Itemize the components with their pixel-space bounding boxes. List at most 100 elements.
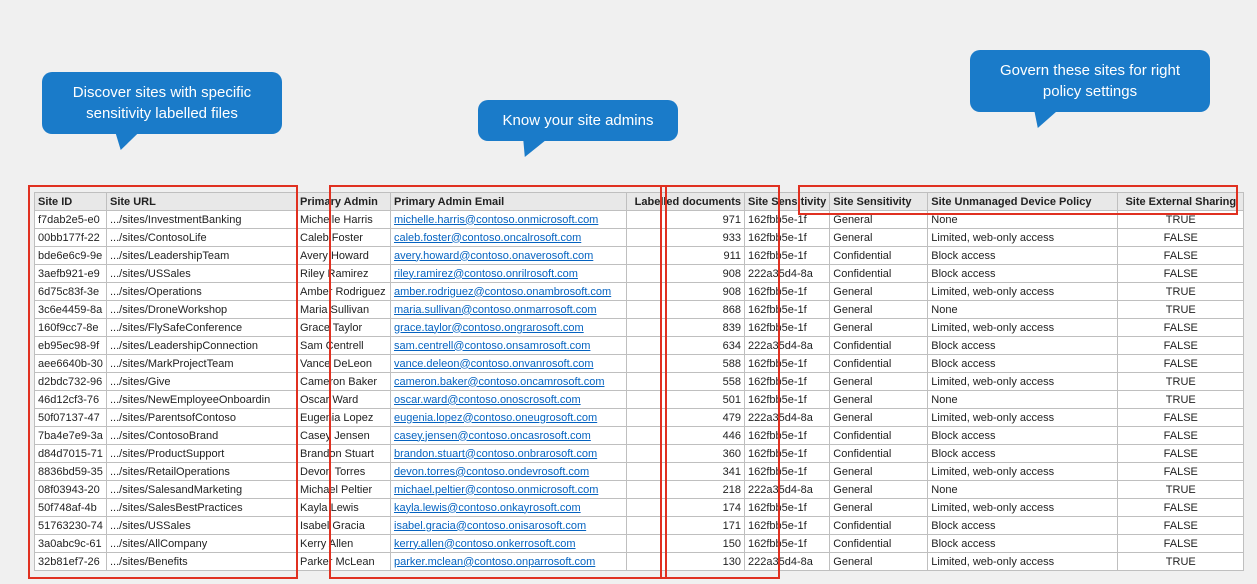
cell-site-url[interactable]: .../sites/USSales (107, 517, 297, 535)
header-primary-admin-email[interactable]: Primary Admin Email (391, 193, 627, 211)
cell-site-id[interactable]: d2bdc732-96 (35, 373, 107, 391)
cell-sensitivity[interactable]: General (830, 283, 928, 301)
cell-sensitivity-id[interactable]: 162fbb5e-1f (745, 445, 830, 463)
cell-external-sharing[interactable]: FALSE (1118, 463, 1244, 481)
cell-site-url[interactable]: .../sites/Give (107, 373, 297, 391)
email-link[interactable]: devon.torres@contoso.ondevrosoft.com (394, 466, 589, 478)
email-link[interactable]: eugenia.lopez@contoso.oneugrosoft.com (394, 412, 597, 424)
cell-labelled-documents[interactable]: 130 (627, 553, 745, 571)
cell-sensitivity-id[interactable]: 162fbb5e-1f (745, 319, 830, 337)
cell-primary-admin[interactable]: Maria Sullivan (297, 301, 391, 319)
table-row[interactable]: 46d12cf3-76.../sites/NewEmployeeOnboardi… (35, 391, 1244, 409)
cell-labelled-documents[interactable]: 479 (627, 409, 745, 427)
cell-primary-admin-email[interactable]: riley.ramirez@contoso.onrilrosoft.com (391, 265, 627, 283)
cell-site-url[interactable]: .../sites/ContosoBrand (107, 427, 297, 445)
cell-external-sharing[interactable]: TRUE (1118, 283, 1244, 301)
cell-primary-admin-email[interactable]: avery.howard@contoso.onaverosoft.com (391, 247, 627, 265)
cell-sensitivity-id[interactable]: 222a35d4-8a (745, 409, 830, 427)
cell-device-policy[interactable]: None (928, 211, 1118, 229)
cell-primary-admin[interactable]: Amber Rodriguez (297, 283, 391, 301)
cell-external-sharing[interactable]: FALSE (1118, 427, 1244, 445)
cell-labelled-documents[interactable]: 933 (627, 229, 745, 247)
cell-site-id[interactable]: 160f9cc7-8e (35, 319, 107, 337)
cell-primary-admin-email[interactable]: vance.deleon@contoso.onvanrosoft.com (391, 355, 627, 373)
cell-site-url[interactable]: .../sites/SalesBestPractices (107, 499, 297, 517)
table-row[interactable]: 3c6e4459-8a.../sites/DroneWorkshopMaria … (35, 301, 1244, 319)
cell-labelled-documents[interactable]: 150 (627, 535, 745, 553)
cell-labelled-documents[interactable]: 446 (627, 427, 745, 445)
table-row[interactable]: d84d7015-71.../sites/ProductSupportBrand… (35, 445, 1244, 463)
cell-external-sharing[interactable]: FALSE (1118, 337, 1244, 355)
cell-primary-admin[interactable]: Devon Torres (297, 463, 391, 481)
cell-site-id[interactable]: 6d75c83f-3e (35, 283, 107, 301)
cell-primary-admin-email[interactable]: devon.torres@contoso.ondevrosoft.com (391, 463, 627, 481)
email-link[interactable]: michael.peltier@contoso.onmicrosoft.com (394, 484, 598, 496)
cell-device-policy[interactable]: Block access (928, 445, 1118, 463)
cell-site-url[interactable]: .../sites/USSales (107, 265, 297, 283)
table-row[interactable]: eb95ec98-9f.../sites/LeadershipConnectio… (35, 337, 1244, 355)
cell-sensitivity-id[interactable]: 162fbb5e-1f (745, 247, 830, 265)
email-link[interactable]: kerry.allen@contoso.onkerrosoft.com (394, 538, 576, 550)
cell-external-sharing[interactable]: FALSE (1118, 535, 1244, 553)
cell-site-url[interactable]: .../sites/MarkProjectTeam (107, 355, 297, 373)
cell-site-id[interactable]: aee6640b-30 (35, 355, 107, 373)
email-link[interactable]: grace.taylor@contoso.ongrarosoft.com (394, 322, 584, 334)
cell-sensitivity-id[interactable]: 162fbb5e-1f (745, 283, 830, 301)
table-row[interactable]: 50f07137-47.../sites/ParentsofContosoEug… (35, 409, 1244, 427)
cell-device-policy[interactable]: Limited, web-only access (928, 553, 1118, 571)
cell-sensitivity-id[interactable]: 162fbb5e-1f (745, 301, 830, 319)
cell-sensitivity[interactable]: Confidential (830, 427, 928, 445)
cell-primary-admin[interactable]: Cameron Baker (297, 373, 391, 391)
cell-sensitivity[interactable]: Confidential (830, 247, 928, 265)
header-site-url[interactable]: Site URL (107, 193, 297, 211)
cell-device-policy[interactable]: Block access (928, 247, 1118, 265)
cell-sensitivity[interactable]: General (830, 229, 928, 247)
table-row[interactable]: 8836bd59-35.../sites/RetailOperationsDev… (35, 463, 1244, 481)
cell-labelled-documents[interactable]: 911 (627, 247, 745, 265)
cell-external-sharing[interactable]: FALSE (1118, 355, 1244, 373)
cell-sensitivity-id[interactable]: 162fbb5e-1f (745, 427, 830, 445)
cell-site-id[interactable]: 50f07137-47 (35, 409, 107, 427)
cell-sensitivity[interactable]: Confidential (830, 265, 928, 283)
cell-external-sharing[interactable]: FALSE (1118, 247, 1244, 265)
cell-sensitivity-id[interactable]: 162fbb5e-1f (745, 463, 830, 481)
cell-labelled-documents[interactable]: 839 (627, 319, 745, 337)
cell-primary-admin-email[interactable]: parker.mclean@contoso.onparrosoft.com (391, 553, 627, 571)
cell-site-url[interactable]: .../sites/InvestmentBanking (107, 211, 297, 229)
cell-device-policy[interactable]: Block access (928, 427, 1118, 445)
cell-labelled-documents[interactable]: 971 (627, 211, 745, 229)
cell-site-id[interactable]: 51763230-74 (35, 517, 107, 535)
email-link[interactable]: cameron.baker@contoso.oncamrosoft.com (394, 376, 604, 388)
cell-sensitivity-id[interactable]: 222a35d4-8a (745, 265, 830, 283)
cell-device-policy[interactable]: Block access (928, 517, 1118, 535)
cell-sensitivity-id[interactable]: 162fbb5e-1f (745, 229, 830, 247)
email-link[interactable]: amber.rodriguez@contoso.onambrosoft.com (394, 286, 611, 298)
cell-sensitivity-id[interactable]: 162fbb5e-1f (745, 535, 830, 553)
cell-primary-admin-email[interactable]: isabel.gracia@contoso.onisarosoft.com (391, 517, 627, 535)
cell-primary-admin-email[interactable]: brandon.stuart@contoso.onbrarosoft.com (391, 445, 627, 463)
cell-external-sharing[interactable]: TRUE (1118, 211, 1244, 229)
header-site-id[interactable]: Site ID (35, 193, 107, 211)
cell-primary-admin[interactable]: Vance DeLeon (297, 355, 391, 373)
header-device-policy[interactable]: Site Unmanaged Device Policy (928, 193, 1118, 211)
cell-primary-admin[interactable]: Avery Howard (297, 247, 391, 265)
cell-device-policy[interactable]: Limited, web-only access (928, 319, 1118, 337)
table-row[interactable]: 3a0abc9c-61.../sites/AllCompanyKerry All… (35, 535, 1244, 553)
cell-sensitivity[interactable]: General (830, 373, 928, 391)
cell-device-policy[interactable]: Block access (928, 355, 1118, 373)
table-row[interactable]: 160f9cc7-8e.../sites/FlySafeConferenceGr… (35, 319, 1244, 337)
email-link[interactable]: isabel.gracia@contoso.onisarosoft.com (394, 520, 586, 532)
table-row[interactable]: 7ba4e7e9-3a.../sites/ContosoBrandCasey J… (35, 427, 1244, 445)
table-row[interactable]: f7dab2e5-e0.../sites/InvestmentBankingMi… (35, 211, 1244, 229)
cell-site-url[interactable]: .../sites/NewEmployeeOnboardin (107, 391, 297, 409)
cell-labelled-documents[interactable]: 341 (627, 463, 745, 481)
cell-device-policy[interactable]: Limited, web-only access (928, 373, 1118, 391)
cell-site-id[interactable]: 32b81ef7-26 (35, 553, 107, 571)
cell-sensitivity[interactable]: General (830, 301, 928, 319)
cell-site-url[interactable]: .../sites/AllCompany (107, 535, 297, 553)
table-row[interactable]: 08f03943-20.../sites/SalesandMarketingMi… (35, 481, 1244, 499)
cell-labelled-documents[interactable]: 171 (627, 517, 745, 535)
cell-external-sharing[interactable]: FALSE (1118, 229, 1244, 247)
cell-primary-admin[interactable]: Sam Centrell (297, 337, 391, 355)
cell-sensitivity[interactable]: General (830, 211, 928, 229)
